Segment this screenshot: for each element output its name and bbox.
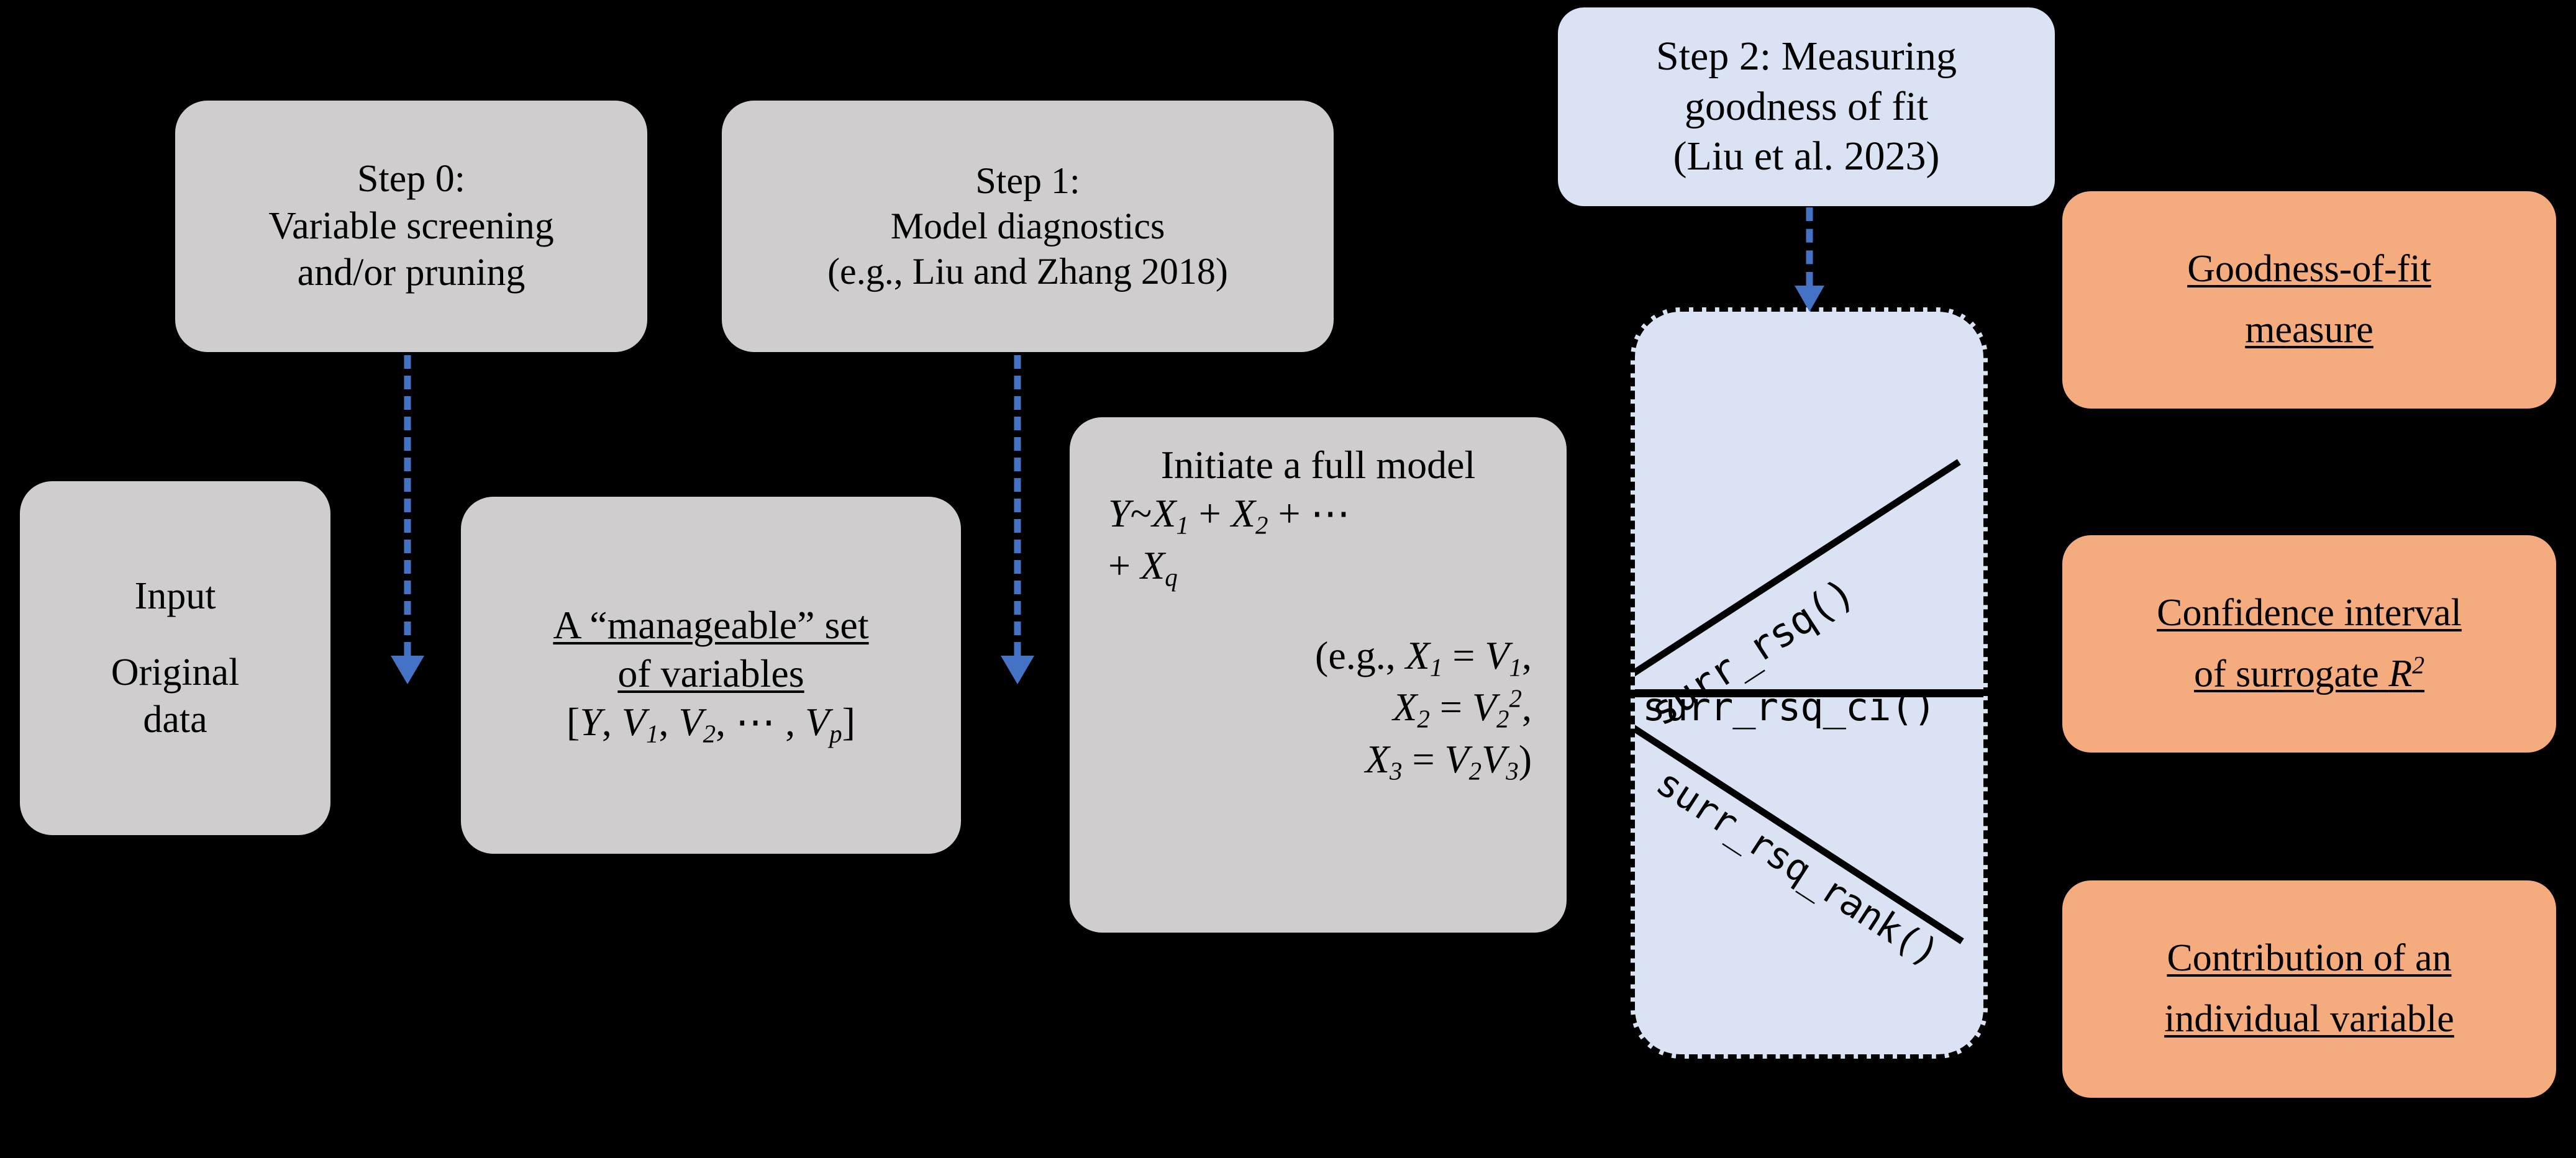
output-0-line-2: measure (2245, 309, 2373, 351)
input-box-line-3: data (143, 698, 207, 741)
arrow-shaft (1806, 207, 1813, 286)
arrow-step0-to-manageable (390, 355, 425, 684)
full-model-formula-1: Y~X1 + X2 + ⋯ (1108, 491, 1350, 540)
arrow-step1-to-full-model (1000, 355, 1035, 684)
step-2-line-2: goodness of fit (1684, 83, 1929, 129)
surr-rsq-rank-rule (1635, 721, 1964, 944)
step-0-line-3: and/or pruning (297, 251, 526, 294)
output-2-line-1: Contribution of an (2167, 937, 2452, 980)
arrow-step2-to-functions (1792, 207, 1827, 312)
output-0-line-1: Goodness-of-fit (2187, 248, 2431, 291)
step-1-line-1: Step 1: (975, 160, 1080, 201)
input-box-line-2: Original (111, 651, 240, 694)
step-1-line-2: Model diagnostics (890, 205, 1165, 247)
output-1-line-1: Confidence interval (2157, 592, 2462, 635)
arrow-shaft (404, 355, 411, 656)
step-1-line-3: (e.g., Liu and Zhang 2018) (827, 251, 1228, 292)
step-0-line-1: Step 0: (357, 158, 465, 201)
surr-rsq-rank-label: surr_rsq_rank() (1649, 761, 1947, 975)
arrow-head (1001, 656, 1034, 684)
full-model-example-1: (e.g., X1 = V1, (1315, 633, 1532, 682)
full-model-example-2: X2 = V22, (1393, 684, 1532, 733)
diagram-canvas: Step 0: Variable screening and/or prunin… (0, 0, 2576, 1158)
output-box-confidence-interval: Confidence interval of surrogate R2 (2062, 535, 2556, 753)
output-box-contribution: Contribution of an individual variable (2062, 880, 2556, 1098)
step-2-box: Step 2: Measuring goodness of fit (Liu e… (1558, 7, 2055, 206)
output-box-goodness-of-fit: Goodness-of-fit measure (2062, 191, 2556, 409)
step-0-box: Step 0: Variable screening and/or prunin… (175, 101, 647, 352)
manageable-formula: [Y, V1, V2, ⋯ , Vp] (567, 699, 855, 748)
input-box: Input Original data (20, 481, 330, 835)
manageable-line-2: of variables (617, 651, 804, 695)
functions-panel: surr_rsq() surr_rsq_ci() surr_rsq_rank() (1631, 307, 1988, 1059)
output-2-line-2: individual variable (2164, 998, 2454, 1040)
output-1-line-2: of surrogate R2 (2193, 651, 2425, 695)
manageable-set-box: A “manageable” set of variables [Y, V1, … (461, 497, 961, 854)
full-model-title: Initiate a full model (1160, 443, 1476, 487)
full-model-box: Initiate a full model Y~X1 + X2 + ⋯ + Xq… (1070, 417, 1567, 933)
step-2-line-1: Step 2: Measuring (1656, 34, 1957, 79)
arrow-shaft (1014, 355, 1021, 656)
surr-rsq-ci-label: surr_rsq_ci() (1642, 684, 1936, 730)
step-0-line-2: Variable screening (268, 204, 554, 247)
arrow-head (1795, 286, 1824, 312)
step-2-line-3: (Liu et al. 2023) (1673, 133, 1940, 179)
input-box-title: Input (134, 574, 216, 617)
step-1-box: Step 1: Model diagnostics (e.g., Liu and… (722, 101, 1334, 352)
full-model-formula-2: + Xq (1108, 543, 1178, 591)
arrow-head (391, 656, 424, 684)
manageable-line-1: A “manageable” set (553, 602, 869, 647)
full-model-example-3: X3 = V2V3) (1365, 736, 1532, 785)
